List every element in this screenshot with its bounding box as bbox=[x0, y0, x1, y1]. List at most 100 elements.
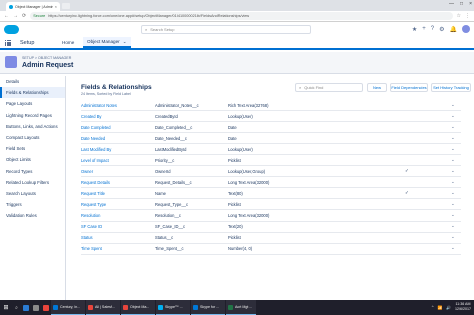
edge-app[interactable] bbox=[21, 300, 31, 315]
salesforce-logo[interactable] bbox=[4, 25, 19, 34]
table-row: Request Title Name Text(80) ✓ ⌄ bbox=[81, 188, 461, 200]
row-action-chevron-icon[interactable]: ⌄ bbox=[451, 234, 455, 240]
taskbar-window-label: Skype™ ... bbox=[165, 305, 183, 309]
bookmark-star-icon[interactable]: ☆ bbox=[457, 13, 461, 19]
row-action-chevron-icon[interactable]: ⌄ bbox=[451, 157, 455, 163]
field-api-name: CreatedById bbox=[155, 113, 178, 119]
gear-icon[interactable]: ⚙ bbox=[439, 26, 444, 33]
field-api-name: SF_Case_ID__c bbox=[155, 224, 186, 230]
row-action-chevron-icon[interactable]: ⌄ bbox=[451, 124, 455, 130]
field-label-link[interactable]: Administrator Notes bbox=[81, 103, 117, 108]
volume-icon[interactable]: 🔊 bbox=[446, 305, 451, 310]
store-app[interactable] bbox=[31, 300, 41, 315]
taskbar-window-button[interactable]: Skype™ ... bbox=[156, 300, 190, 315]
indexed-check-icon: ✓ bbox=[405, 168, 409, 174]
reload-button[interactable]: ⟳ bbox=[22, 13, 26, 19]
field-data-type: Date bbox=[228, 124, 237, 130]
row-action-chevron-icon[interactable]: ⌄ bbox=[451, 223, 455, 229]
field-label-link[interactable]: Created By bbox=[81, 114, 101, 119]
sidebar-item[interactable]: Object Limits bbox=[0, 154, 65, 165]
nav-tab-object-manager[interactable]: Object Manager ⌄ bbox=[83, 37, 131, 48]
sidebar-item[interactable]: Buttons, Links, and Actions bbox=[0, 121, 65, 132]
setup-search-input[interactable]: ⌕ Search Setup bbox=[141, 25, 311, 34]
favorites-star-icon[interactable]: ★ bbox=[412, 26, 417, 33]
windows-taskbar: ⊞ ⌕ Century, In... All | Salesf... Object … bbox=[0, 300, 474, 315]
row-action-chevron-icon[interactable]: ⌄ bbox=[451, 168, 455, 174]
row-action-chevron-icon[interactable]: ⌄ bbox=[451, 190, 455, 196]
table-row: Date Completed Date_Completed__c Date ⌄ bbox=[81, 122, 461, 134]
help-icon[interactable]: ? bbox=[431, 26, 434, 32]
sidebar-item[interactable]: Record Types bbox=[0, 166, 65, 177]
forward-button[interactable]: → bbox=[13, 13, 18, 19]
new-field-button[interactable]: New bbox=[367, 83, 387, 92]
taskbar-window-button[interactable]: Century, In... bbox=[51, 300, 85, 315]
address-bar: ← → ⟳ Secure https://centuryinc.lightnin… bbox=[0, 11, 474, 22]
taskbar-window-button[interactable]: All | Salesf... bbox=[86, 300, 120, 315]
sidebar-item[interactable]: Related Lookup Filters bbox=[0, 177, 65, 188]
table-row: Administrator Notes Administrator_Notes__… bbox=[81, 100, 461, 112]
row-action-chevron-icon[interactable]: ⌄ bbox=[451, 102, 455, 108]
field-label-link[interactable]: Request Details bbox=[81, 180, 110, 185]
sidebar-item[interactable]: Compact Layouts bbox=[0, 132, 65, 143]
breadcrumb[interactable]: SETUP > OBJECT MANAGER bbox=[22, 56, 71, 60]
chrome-app[interactable] bbox=[41, 300, 51, 315]
row-action-chevron-icon[interactable]: ⌄ bbox=[451, 135, 455, 141]
quick-find-input[interactable]: ⌕ Quick Find bbox=[295, 83, 363, 92]
row-action-chevron-icon[interactable]: ⌄ bbox=[451, 146, 455, 152]
minimize-button[interactable]: — bbox=[449, 1, 454, 7]
taskbar-window-label: Century, In... bbox=[60, 305, 81, 309]
field-label-link[interactable]: Level of Impact bbox=[81, 158, 109, 163]
browser-tab[interactable]: Object Manager | Admin × bbox=[6, 2, 60, 11]
app-launcher-icon[interactable] bbox=[5, 40, 11, 46]
row-action-chevron-icon[interactable]: ⌄ bbox=[451, 201, 455, 207]
show-hidden-icons-icon[interactable]: ^ bbox=[432, 305, 434, 309]
nav-tab-home[interactable]: Home bbox=[62, 40, 74, 45]
clock[interactable]: 11:36 AM 12/6/2017 bbox=[455, 302, 471, 312]
field-label-link[interactable]: Time Spent bbox=[81, 246, 102, 251]
field-dependencies-button[interactable]: Field Dependencies bbox=[390, 83, 428, 92]
browser-tab-bar: Object Manager | Admin × — □ × bbox=[0, 0, 474, 11]
avatar[interactable] bbox=[462, 25, 470, 33]
menu-icon[interactable]: ⋮ bbox=[465, 13, 470, 19]
set-history-tracking-button[interactable]: Set History Tracking bbox=[431, 83, 471, 92]
field-label-link[interactable]: Date Completed bbox=[81, 125, 111, 130]
field-label-link[interactable]: Request Type bbox=[81, 202, 106, 207]
new-tab-button[interactable] bbox=[62, 3, 70, 9]
field-label-link[interactable]: Owner bbox=[81, 169, 93, 174]
sidebar-item[interactable]: Details bbox=[0, 76, 65, 87]
field-label-link[interactable]: Request Title bbox=[81, 191, 105, 196]
sidebar-item[interactable]: Search Layouts bbox=[0, 188, 65, 199]
chevron-down-icon[interactable]: ⌄ bbox=[123, 39, 127, 45]
sidebar-item[interactable]: Lightning Record Pages bbox=[0, 110, 65, 121]
indexed-check-icon: ✓ bbox=[405, 190, 409, 196]
taskbar-window-button[interactable]: Skype for ... bbox=[191, 300, 225, 315]
field-data-type: Lookup(User) bbox=[228, 146, 253, 152]
row-action-chevron-icon[interactable]: ⌄ bbox=[451, 212, 455, 218]
sidebar-item[interactable]: Field Sets bbox=[0, 143, 65, 154]
bell-icon[interactable]: 🔔 bbox=[450, 26, 457, 33]
taskbar-window-button[interactable]: Acrt Mgt ... bbox=[226, 300, 256, 315]
maximize-button[interactable]: □ bbox=[460, 1, 463, 7]
row-action-chevron-icon[interactable]: ⌄ bbox=[451, 179, 455, 185]
sidebar-item[interactable]: Fields & Relationships bbox=[0, 87, 65, 99]
field-label-link[interactable]: Resolution bbox=[81, 213, 100, 218]
row-action-chevron-icon[interactable]: ⌄ bbox=[451, 245, 455, 251]
sidebar-item[interactable]: Triggers bbox=[0, 199, 65, 210]
close-tab-icon[interactable]: × bbox=[55, 4, 57, 9]
field-label-link[interactable]: SF Case ID bbox=[81, 224, 102, 229]
add-icon[interactable]: + bbox=[422, 26, 426, 32]
sidebar-item[interactable]: Page Layouts bbox=[0, 98, 65, 109]
field-data-type: Date bbox=[228, 135, 237, 141]
field-label-link[interactable]: Last Modified By bbox=[81, 147, 111, 152]
row-action-chevron-icon[interactable]: ⌄ bbox=[451, 113, 455, 119]
sidebar-item[interactable]: Validation Rules bbox=[0, 210, 65, 221]
field-label-link[interactable]: Status bbox=[81, 235, 93, 240]
taskbar-window-button[interactable]: Object Ma... bbox=[121, 300, 155, 315]
start-button[interactable]: ⊞ bbox=[0, 300, 12, 315]
taskbar-search-icon[interactable]: ⌕ bbox=[12, 305, 21, 311]
url-field[interactable]: Secure https://centuryinc.lightning.forc… bbox=[30, 12, 453, 20]
field-label-link[interactable]: Date Needed bbox=[81, 136, 105, 141]
back-button[interactable]: ← bbox=[4, 13, 9, 19]
network-icon[interactable]: 📶 bbox=[438, 305, 443, 310]
close-window-button[interactable]: × bbox=[469, 1, 472, 7]
